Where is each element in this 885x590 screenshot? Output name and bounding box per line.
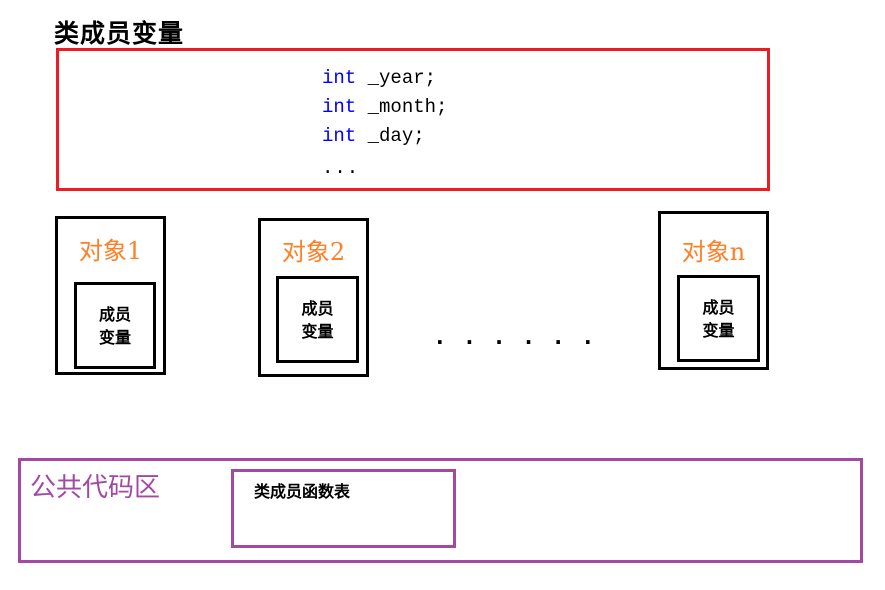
object-n-members-box: 成员 变量: [677, 275, 760, 362]
object-1-box: 对象1 成员 变量: [55, 216, 166, 375]
member-ellipsis: ...: [322, 157, 360, 179]
members-label-line2: 变量: [702, 320, 735, 340]
members-label-line1: 成员: [301, 298, 334, 318]
object-n-title: 对象n: [681, 238, 746, 266]
object-2-title: 对象2: [281, 238, 346, 266]
object-n-box: 对象n 成员 变量: [658, 211, 769, 370]
keyword: int: [322, 67, 357, 89]
members-label-line1: 成员: [702, 297, 735, 317]
keyword: int: [322, 125, 357, 147]
object-1-title: 对象1: [78, 237, 143, 265]
member-name: _year;: [356, 67, 437, 89]
keyword: int: [322, 96, 357, 118]
class-member-variables-title: 类成员变量: [54, 19, 185, 48]
member-line-day: int _day;: [322, 122, 447, 151]
object-2-members-box: 成员 变量: [276, 276, 359, 363]
member-name: _month;: [356, 96, 448, 118]
object-1-members-box: 成员 变量: [74, 282, 156, 369]
member-function-table-label: 类成员函数表: [254, 482, 351, 501]
members-label-line1: 成员: [98, 304, 131, 324]
object-2-box: 对象2 成员 变量: [258, 218, 369, 377]
member-line-month: int _month;: [322, 93, 447, 122]
common-code-area-title: 公共代码区: [30, 473, 161, 503]
member-declarations: int _year; int _month; int _day;...: [322, 64, 447, 183]
members-label-line2: 变量: [98, 327, 131, 347]
member-function-table-box: 类成员函数表: [231, 469, 456, 548]
member-name: _day;: [356, 125, 425, 147]
members-label-line2: 变量: [301, 321, 334, 341]
member-line-year: int _year;: [322, 64, 447, 93]
continuation-dots: ······: [436, 330, 614, 354]
